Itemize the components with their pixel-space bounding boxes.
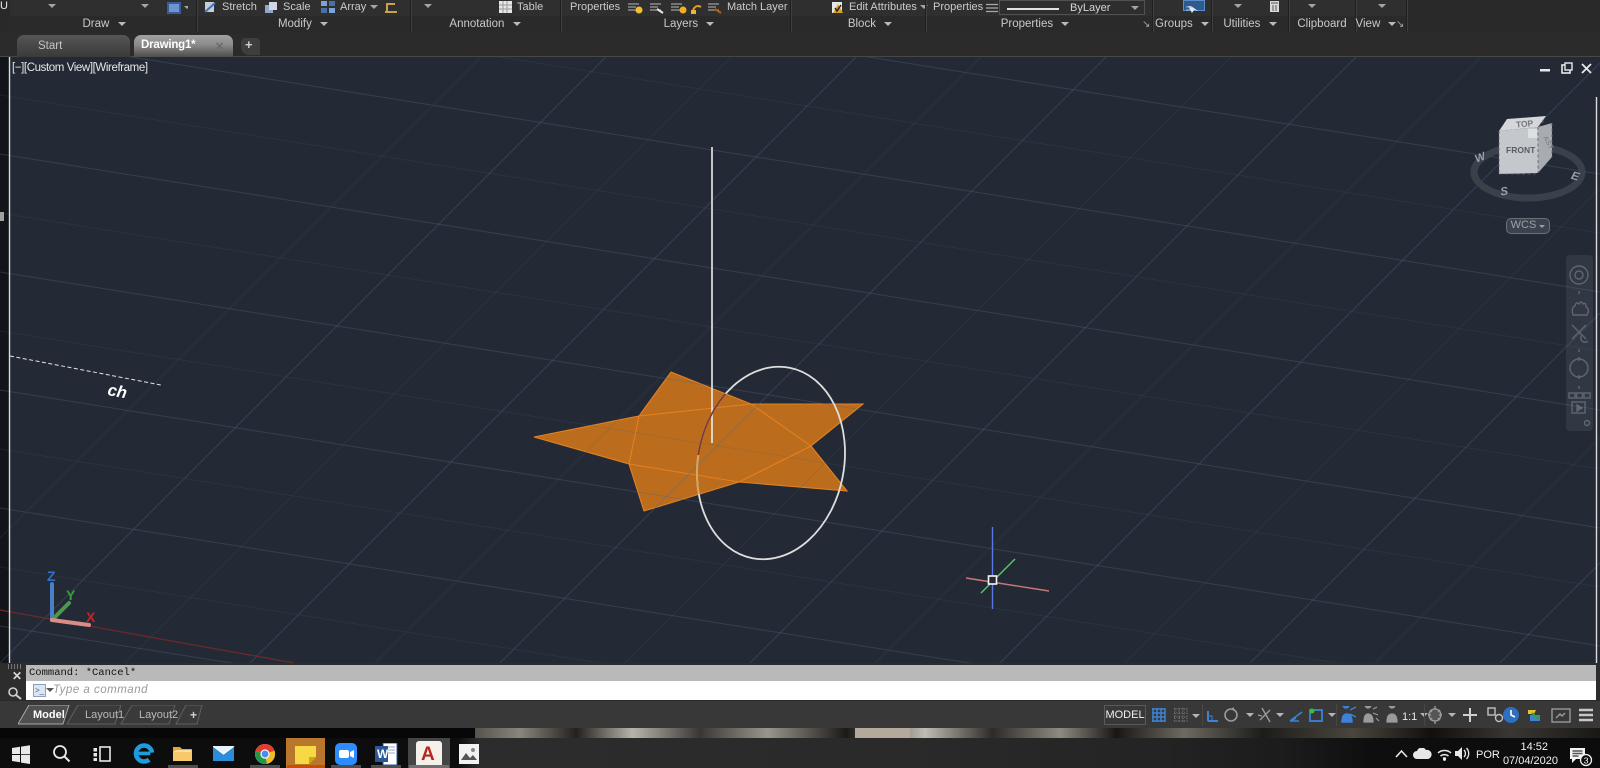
svg-text:X: X bbox=[86, 609, 96, 625]
svg-text:S: S bbox=[1500, 185, 1510, 198]
svg-text:3: 3 bbox=[1584, 756, 1589, 766]
svg-text:FRONT: FRONT bbox=[1506, 145, 1536, 155]
svg-text:Y: Y bbox=[66, 587, 76, 603]
svg-text:ch: ch bbox=[106, 381, 128, 402]
svg-text:1:1: 1:1 bbox=[1402, 711, 1417, 723]
svg-text:W: W bbox=[377, 747, 389, 761]
svg-text:TOP: TOP bbox=[1515, 118, 1533, 130]
svg-text:Z: Z bbox=[47, 568, 56, 584]
